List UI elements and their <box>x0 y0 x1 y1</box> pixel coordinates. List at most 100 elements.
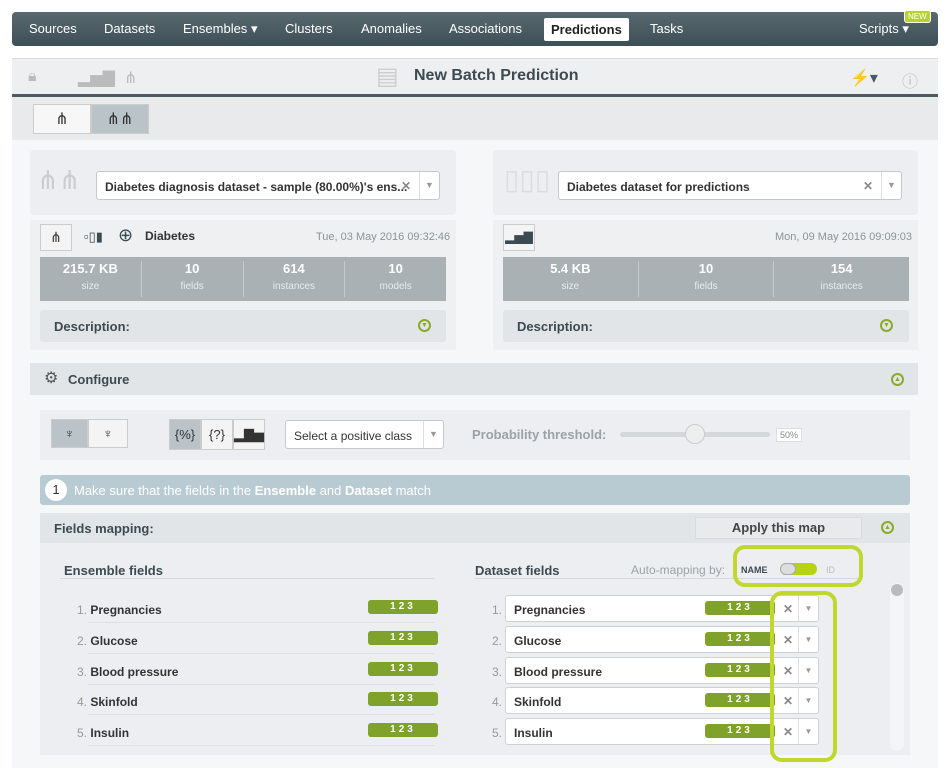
dataset-fields-header: Dataset fields <box>475 563 560 578</box>
nav-clusters[interactable]: Clusters <box>285 21 333 36</box>
gears-icon: ⚙ <box>44 370 59 387</box>
nav-ensembles-label: Ensembles <box>183 21 248 36</box>
dataset-search-icon[interactable]: ▂▅▇ <box>78 68 115 88</box>
dataset-icon[interactable]: ▫▯▮ <box>84 229 103 245</box>
dataset-field-name: Glucose <box>514 634 562 648</box>
numeric-type-badge: 123 <box>705 601 775 615</box>
dataset-stats: 5.4 KB size 10 fields 154 instances <box>503 257 909 301</box>
divider <box>88 684 434 685</box>
row-number: 2. <box>492 634 503 648</box>
dataset-date: Mon, 09 May 2016 09:09:03 <box>775 231 912 243</box>
threshold-label: Probability threshold: <box>472 427 607 442</box>
votes-button[interactable]: ▂▇▅ <box>233 419 265 450</box>
step-ensemble: Ensemble <box>254 483 317 498</box>
nav-scripts-label: Scripts <box>859 21 899 36</box>
numeric-type-badge: 123 <box>368 662 438 676</box>
divider <box>88 622 434 623</box>
dataset-field-name: Pregnancies <box>514 603 586 617</box>
ensemble-search-icon[interactable]: ⋔ <box>124 68 137 88</box>
mode-toggle-area <box>12 97 938 140</box>
scrollbar[interactable] <box>890 583 904 751</box>
nav-datasets[interactable]: Datasets <box>104 21 155 36</box>
nav-anomalies[interactable]: Anomalies <box>361 21 422 36</box>
caret-down-icon: ▾ <box>902 21 909 36</box>
expand-icon[interactable]: ▼ <box>418 319 431 332</box>
stat-fields: 10 fields <box>142 261 244 297</box>
ensemble-date: Tue, 03 May 2016 09:32:46 <box>316 231 451 243</box>
ensemble-select-value: Diabetes diagnosis dataset - sample (80.… <box>105 180 408 194</box>
apply-map-button[interactable]: Apply this map <box>695 517 862 539</box>
run-icon[interactable]: ⚡▾ <box>850 68 878 88</box>
ensemble-view-icon[interactable]: ⋔ <box>40 224 72 251</box>
numeric-type-badge: 123 <box>368 692 438 706</box>
description-label: Description: <box>517 319 593 334</box>
ensemble-field: 4. Skinfold <box>77 695 138 709</box>
combiner-button-1[interactable]: ♆ <box>51 419 88 448</box>
info-icon[interactable]: ⓘ <box>902 68 918 92</box>
row-number: 1. <box>492 603 503 617</box>
numeric-type-badge: 123 <box>368 631 438 645</box>
caret-down-icon: ▾ <box>250 21 258 36</box>
collapse-icon[interactable]: ▲ <box>881 521 894 534</box>
ensemble-mode-button[interactable]: ⋔⋔ <box>91 104 149 134</box>
dataset-field-name: Insulin <box>514 726 553 740</box>
top-nav: Sources Datasets Ensembles ▾ Clusters An… <box>12 12 938 46</box>
configure-label: Configure <box>68 372 130 387</box>
step-and: and <box>316 483 345 498</box>
nav-associations[interactable]: Associations <box>449 21 522 36</box>
ensemble-description-toggle[interactable]: Description: <box>40 310 446 342</box>
probability-button[interactable]: {?} <box>201 419 233 450</box>
numeric-type-badge: 123 <box>705 663 775 677</box>
dataset-view-icon[interactable]: ▂▅▇ <box>503 224 535 251</box>
step-text-end: match <box>391 483 431 498</box>
collapse-icon[interactable]: ▲ <box>891 373 904 386</box>
nav-scripts[interactable]: Scripts ▾ <box>859 21 909 37</box>
ensemble-select[interactable]: Diabetes diagnosis dataset - sample (80.… <box>96 171 440 200</box>
new-badge: NEW <box>904 10 931 23</box>
ensemble-fields-header: Ensemble fields <box>64 563 163 578</box>
ensemble-field: 2. Glucose <box>77 634 138 648</box>
stat-fields: 10 fields <box>639 261 775 297</box>
combiner-button-2[interactable]: ♆ <box>88 419 128 448</box>
configure-header[interactable]: Configure <box>30 363 918 395</box>
dropdown-arrow-icon[interactable]: ▼ <box>881 172 901 199</box>
dataset-select[interactable]: Diabetes dataset for predictions ✕ ▼ <box>558 171 902 200</box>
numeric-type-badge: 123 <box>368 723 438 737</box>
positive-class-select[interactable]: Select a positive class ▼ <box>285 420 444 449</box>
step-number: 1 <box>45 479 67 501</box>
nav-ensembles[interactable]: Ensembles ▾ <box>183 21 257 37</box>
positive-class-placeholder: Select a positive class <box>294 429 413 443</box>
dataset-description-toggle[interactable]: Description: <box>503 310 909 342</box>
clear-icon[interactable]: ✕ <box>401 179 411 193</box>
ensemble-icon: ⋔⋔ <box>106 111 134 128</box>
lock-icon[interactable]: 🔒︎ <box>28 68 37 86</box>
row-number: 5. <box>492 726 503 740</box>
dropdown-arrow-icon[interactable]: ▼ <box>423 421 443 448</box>
clear-icon[interactable]: ✕ <box>863 179 873 193</box>
step-text: Make sure that the fields in the <box>74 483 255 498</box>
dataset-field-name: Blood pressure <box>514 665 603 679</box>
step-dataset: Dataset <box>345 483 392 498</box>
divider <box>60 578 434 579</box>
ensemble-field: 5. Insulin <box>77 726 130 740</box>
expand-icon[interactable]: ▼ <box>880 319 893 332</box>
question-icon: {?} <box>209 427 225 442</box>
ensemble-field: 3. Blood pressure <box>77 665 179 679</box>
confidence-button[interactable]: {%} <box>169 419 201 450</box>
numeric-type-badge: 123 <box>705 693 775 707</box>
combiner-icon: ♆ <box>103 426 113 441</box>
nav-predictions[interactable]: Predictions <box>544 18 629 41</box>
stat-size: 215.7 KB size <box>40 261 142 297</box>
single-model-mode-button[interactable]: ⋔ <box>33 104 91 134</box>
page-title: New Batch Prediction <box>414 67 579 84</box>
nav-tasks[interactable]: Tasks <box>650 21 683 36</box>
stat-size: 5.4 KB size <box>503 261 639 297</box>
threshold-slider-thumb[interactable] <box>685 424 705 444</box>
dropdown-arrow-icon[interactable]: ▼ <box>419 172 439 199</box>
dataset-select-value: Diabetes dataset for predictions <box>567 180 750 194</box>
ensemble-field: 1. Pregnancies <box>77 603 162 617</box>
ensemble-placeholder-icon: ⋔⋔ <box>37 165 81 195</box>
dataset-placeholder-icon: ▯▯▯ <box>504 164 551 195</box>
nav-sources[interactable]: Sources <box>29 21 77 36</box>
highlight-auto-mapping <box>733 545 863 587</box>
